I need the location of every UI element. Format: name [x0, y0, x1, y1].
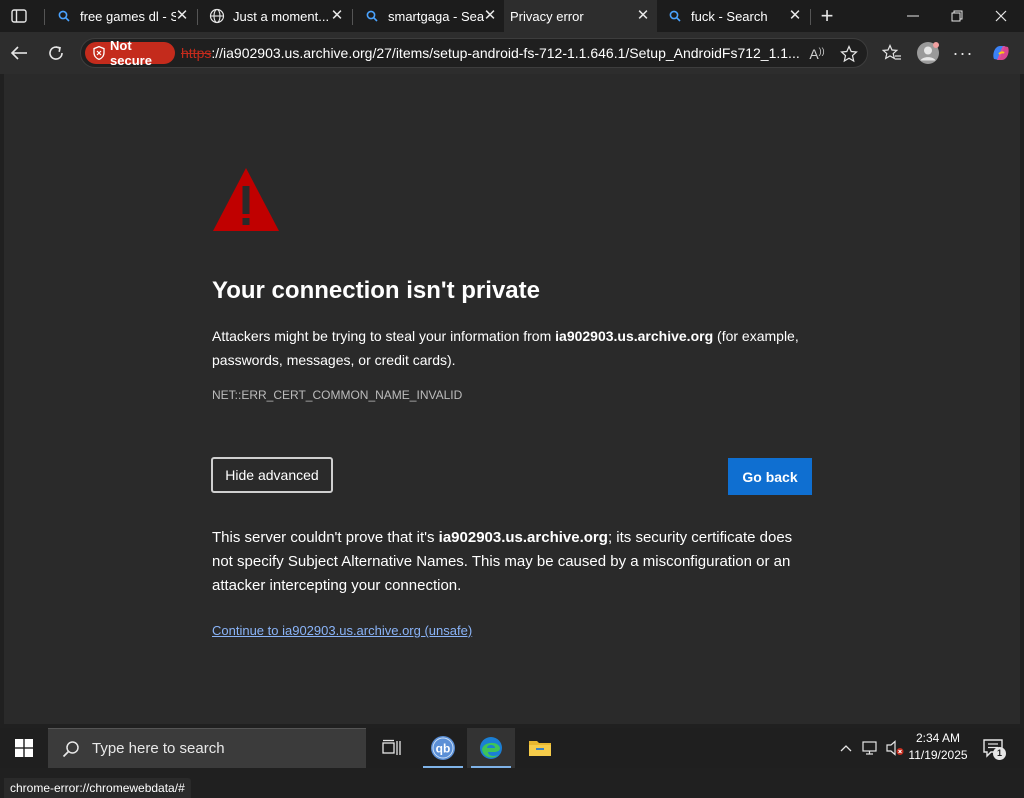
address-bar[interactable]: Not secure https://ia902903.us.archive.o…	[80, 38, 868, 68]
tab-0[interactable]: free games dl - S ✕	[46, 0, 196, 32]
search-icon	[667, 8, 683, 24]
go-back-button[interactable]: Go back	[728, 458, 812, 495]
tab-label: free games dl - S	[80, 8, 176, 24]
tab-close-icon[interactable]: ✕	[635, 8, 651, 24]
windows-logo-icon	[15, 739, 33, 757]
tab-label: Privacy error	[510, 8, 584, 24]
tab-4[interactable]: fuck - Search ✕	[657, 0, 809, 32]
url-text[interactable]: https://ia902903.us.archive.org/27/items…	[181, 45, 801, 61]
tab-close-icon[interactable]: ✕	[787, 8, 803, 24]
taskbar-search-box[interactable]: Type here to search	[48, 728, 366, 768]
tab-strip: free games dl - S ✕ Just a moment... ✕ s…	[0, 0, 1024, 32]
profile-avatar-icon[interactable]	[915, 40, 941, 66]
advanced-details: This server couldn't prove that it's ia9…	[212, 529, 793, 594]
tab-3[interactable]: Privacy error ✕	[504, 0, 657, 32]
tab-2[interactable]: smartgaga - Sear ✕	[354, 0, 504, 32]
search-icon	[364, 8, 380, 24]
tab-label: smartgaga - Sear	[388, 8, 484, 24]
task-view-icon	[382, 739, 401, 755]
network-icon[interactable]	[860, 738, 882, 758]
tab-label: Just a moment...	[233, 8, 330, 24]
host-name: ia902903.us.archive.org	[438, 529, 608, 546]
restore-icon[interactable]	[936, 0, 978, 32]
url-rest: ://ia902903.us.archive.org/27/items/setu…	[211, 45, 801, 61]
tab-close-icon[interactable]: ✕	[329, 8, 345, 24]
close-window-icon[interactable]	[980, 0, 1022, 32]
edge-icon	[480, 737, 502, 759]
hide-advanced-button[interactable]: Hide advanced	[211, 457, 333, 493]
notification-count-badge: 1	[993, 747, 1006, 760]
svg-text:qb: qb	[436, 742, 451, 756]
show-hidden-icons-chevron[interactable]	[836, 738, 856, 758]
minimize-icon[interactable]	[892, 0, 934, 32]
error-title: Your connection isn't private	[212, 277, 540, 304]
search-icon	[62, 740, 80, 758]
browser-toolbar: Not secure https://ia902903.us.archive.o…	[0, 32, 1024, 74]
not-secure-label: Not secure	[110, 38, 152, 68]
url-scheme: https	[181, 45, 212, 61]
globe-icon	[209, 8, 225, 24]
qbittorrent-icon: qb	[431, 736, 455, 760]
error-description: Attackers might be trying to steal your …	[212, 328, 799, 368]
continue-unsafe-link[interactable]: Continue to ia902903.us.archive.org (uns…	[212, 623, 472, 638]
edge-app[interactable]	[467, 728, 515, 768]
error-page: Your connection isn't private Attackers …	[4, 74, 1020, 798]
shield-warning-icon	[93, 46, 105, 60]
notification-center-icon[interactable]: 1	[980, 736, 1006, 760]
windows-taskbar: Type here to search qb 2:34 AM 11/19/202…	[0, 728, 1024, 768]
tab-close-icon[interactable]: ✕	[482, 8, 498, 24]
task-view-button[interactable]	[368, 728, 416, 768]
status-bar: chrome-error://chromewebdata/#	[4, 778, 191, 798]
file-explorer-app[interactable]	[516, 728, 564, 768]
back-arrow-icon[interactable]	[6, 41, 32, 65]
not-secure-badge[interactable]: Not secure	[85, 38, 175, 68]
favorites-icon[interactable]	[879, 41, 905, 65]
read-aloud-icon[interactable]: A))	[805, 43, 829, 65]
search-icon	[56, 8, 72, 24]
host-name: ia902903.us.archive.org	[555, 328, 714, 344]
refresh-icon[interactable]	[43, 41, 69, 65]
search-placeholder: Type here to search	[92, 740, 225, 757]
clock-time: 2:34 AM	[915, 731, 961, 745]
start-button[interactable]	[0, 728, 48, 768]
more-options-icon[interactable]: ···	[950, 41, 976, 65]
clock-date: 11/19/2025	[908, 748, 968, 762]
new-tab-button[interactable]: +	[815, 3, 839, 28]
qbittorrent-app[interactable]: qb	[419, 728, 467, 768]
tab-1[interactable]: Just a moment... ✕	[199, 0, 351, 32]
volume-muted-icon[interactable]	[884, 738, 906, 758]
folder-icon	[529, 741, 551, 756]
system-clock[interactable]: 2:34 AM 11/19/2025	[904, 730, 972, 764]
tab-label: fuck - Search	[691, 8, 768, 24]
favorite-star-icon[interactable]	[837, 43, 861, 65]
tab-close-icon[interactable]: ✕	[174, 8, 190, 24]
tab-actions-icon[interactable]	[8, 6, 30, 26]
warning-triangle-icon	[212, 166, 280, 237]
error-code: NET::ERR_CERT_COMMON_NAME_INVALID	[212, 388, 463, 402]
copilot-icon[interactable]	[988, 40, 1014, 66]
